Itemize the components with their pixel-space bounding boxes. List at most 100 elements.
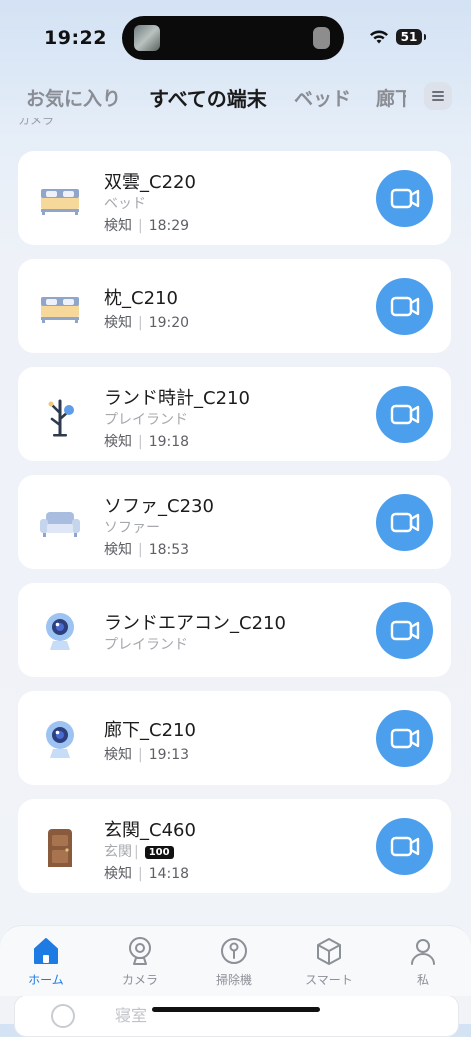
- video-camera-icon: [390, 512, 420, 533]
- device-last-event: 検知 | 19:18: [104, 431, 189, 451]
- room-separator: |: [134, 844, 139, 860]
- live-view-button[interactable]: [376, 602, 433, 659]
- wifi-icon: [370, 30, 388, 44]
- event-label: 検知: [104, 218, 132, 234]
- device-card[interactable]: 双雲_C220 ベッド 検知 | 18:29: [18, 151, 451, 245]
- camera-icon: [129, 937, 151, 965]
- battery-badge: 100: [144, 846, 174, 859]
- tab-bed[interactable]: ベッド: [294, 84, 351, 111]
- device-name: ランドエアコン_C210: [104, 613, 286, 634]
- section-header-peek: カメラ: [18, 118, 55, 126]
- dynamic-island[interactable]: [122, 16, 344, 60]
- event-time: 19:13: [148, 747, 190, 763]
- tab-favorites[interactable]: お気に入り: [26, 84, 121, 111]
- device-last-event: 検知 | 18:53: [104, 539, 189, 559]
- nav-vacuum-label: 掃除機: [215, 973, 252, 987]
- device-room: プレイランド: [104, 637, 188, 653]
- video-camera-icon: [390, 836, 420, 857]
- device-last-event: 検知 | 14:18: [104, 863, 189, 883]
- live-view-button[interactable]: [376, 278, 433, 335]
- event-label: 検知: [104, 315, 132, 331]
- tab-all-devices[interactable]: すべての端末: [149, 83, 267, 112]
- event-time: 19:20: [148, 315, 190, 331]
- event-time: 18:29: [148, 218, 190, 234]
- live-view-button[interactable]: [376, 170, 433, 227]
- bed-icon: [41, 297, 79, 323]
- status-time: 19:22: [44, 27, 107, 49]
- battery-icon: 51: [396, 29, 426, 45]
- sofa-icon: [40, 512, 80, 537]
- video-camera-icon: [390, 620, 420, 641]
- cube-icon: [317, 938, 341, 965]
- person-icon: [411, 939, 435, 965]
- live-activity-thumbnail: [134, 25, 160, 51]
- live-view-button[interactable]: [376, 386, 433, 443]
- device-card[interactable]: 枕_C210 検知 | 19:20: [18, 259, 451, 353]
- event-time: 18:53: [148, 542, 190, 558]
- device-last-event: 検知 | 19:13: [104, 744, 189, 764]
- camera-device-icon: [46, 613, 74, 650]
- status-bar: 19:22 51: [0, 0, 471, 70]
- video-camera-icon: [390, 296, 420, 317]
- device-name: 玄関_C460: [104, 820, 196, 841]
- live-activity-indicator: [313, 27, 330, 49]
- nav-smart-label: スマート: [305, 973, 353, 987]
- device-card[interactable]: ソファ_C230 ソファー 検知 | 18:53: [18, 475, 451, 569]
- device-last-event: 検知 | 18:29: [104, 215, 189, 235]
- event-label: 検知: [104, 434, 132, 450]
- event-separator: |: [138, 866, 143, 882]
- device-card[interactable]: 廊下_C210 検知 | 19:13: [18, 691, 451, 785]
- nav-home-label: ホーム: [28, 973, 64, 987]
- live-view-button[interactable]: [376, 818, 433, 875]
- nav-smart[interactable]: スマート: [289, 930, 369, 990]
- door-icon: [48, 829, 72, 867]
- live-view-button[interactable]: [376, 494, 433, 551]
- camera-lens-icon: [51, 1004, 75, 1028]
- event-time: 14:18: [148, 866, 190, 882]
- event-separator: |: [138, 542, 143, 558]
- video-camera-icon: [390, 404, 420, 425]
- device-name: 双雲_C220: [104, 172, 196, 193]
- video-camera-icon: [390, 728, 420, 749]
- device-card[interactable]: ランドエアコン_C210 プレイランド: [18, 583, 451, 677]
- event-label: 検知: [104, 866, 132, 882]
- device-room: ベッド: [104, 196, 146, 212]
- event-time: 19:18: [148, 434, 190, 450]
- home-icon: [34, 938, 58, 964]
- tab-hallway[interactable]: 廊下: [376, 84, 406, 111]
- device-card[interactable]: ランド時計_C210 プレイランド 検知 | 19:18: [18, 367, 451, 461]
- tab-menu-button[interactable]: [424, 82, 452, 110]
- live-view-button[interactable]: [376, 710, 433, 767]
- next-section-peek: 寝室: [14, 995, 459, 1037]
- bed-icon: [41, 189, 79, 215]
- event-separator: |: [138, 434, 143, 450]
- device-name: ソファ_C230: [104, 496, 214, 517]
- device-last-event: 検知 | 19:20: [104, 312, 189, 332]
- event-label: 検知: [104, 747, 132, 763]
- event-label: 検知: [104, 542, 132, 558]
- device-room: 玄関: [104, 844, 132, 860]
- home-indicator[interactable]: [152, 1007, 320, 1012]
- tree-icon: [48, 399, 74, 437]
- next-section-label: 寝室: [115, 1006, 148, 1025]
- device-room: プレイランド: [104, 412, 188, 428]
- nav-home[interactable]: ホーム: [6, 930, 86, 990]
- device-name: 枕_C210: [104, 288, 178, 309]
- nav-me-label: 私: [416, 973, 429, 987]
- robot-vacuum-icon: [221, 938, 247, 964]
- event-separator: |: [138, 315, 143, 331]
- nav-vacuum[interactable]: 掃除機: [194, 930, 274, 990]
- category-tabs: お気に入り すべての端末 ベッド 廊下: [0, 78, 471, 118]
- nav-me[interactable]: 私: [383, 930, 463, 990]
- bottom-navigation: ホーム カメラ 掃除機 スマート 私: [0, 925, 471, 996]
- video-camera-icon: [390, 188, 420, 209]
- event-separator: |: [138, 747, 143, 763]
- event-separator: |: [138, 218, 143, 234]
- device-room-row: 玄関 | 100: [104, 841, 174, 861]
- nav-camera[interactable]: カメラ: [100, 930, 180, 990]
- device-name: ランド時計_C210: [104, 388, 250, 409]
- nav-camera-label: カメラ: [121, 973, 158, 987]
- device-card[interactable]: 玄関_C460 玄関 | 100 検知 | 14:18: [18, 799, 451, 893]
- device-name: 廊下_C210: [104, 720, 196, 741]
- camera-device-icon: [46, 721, 74, 758]
